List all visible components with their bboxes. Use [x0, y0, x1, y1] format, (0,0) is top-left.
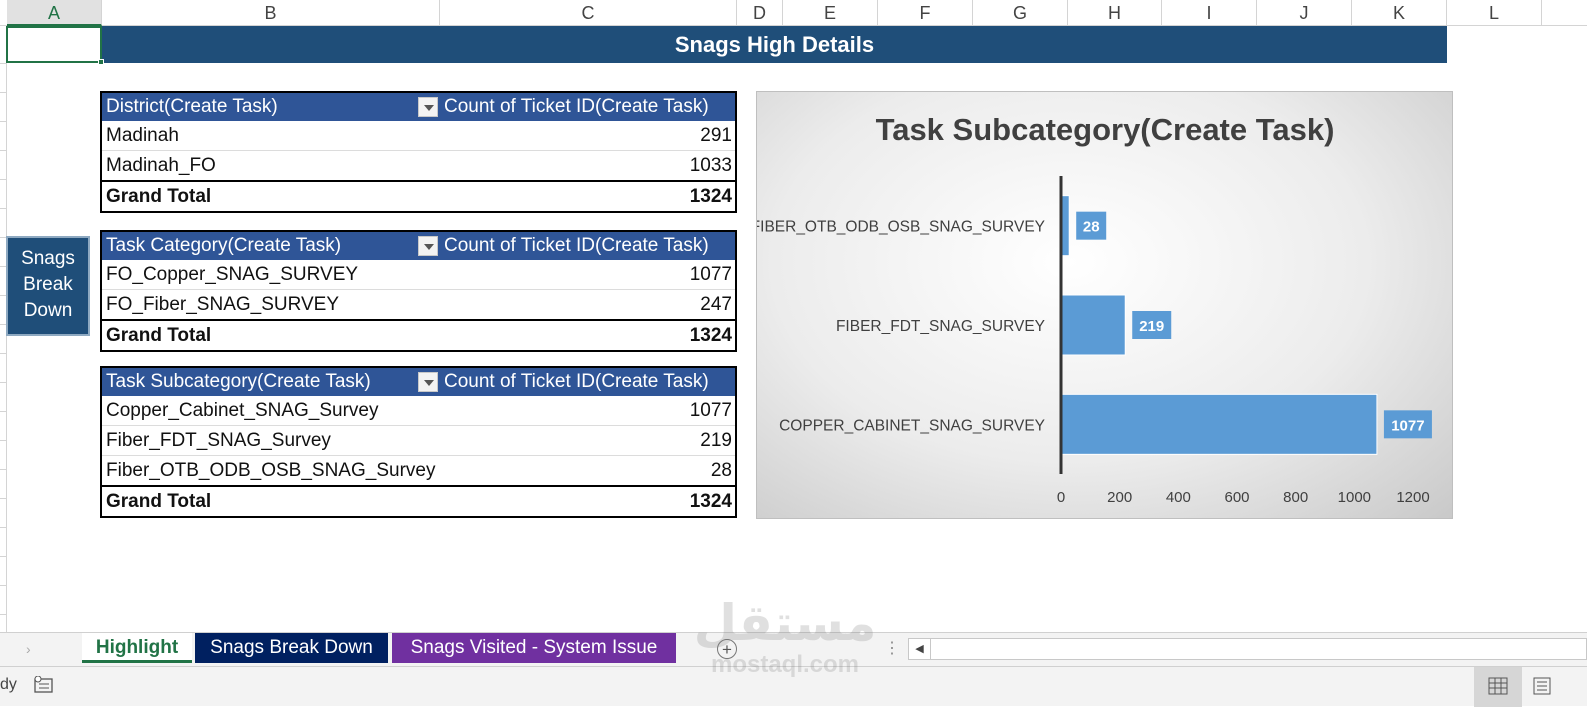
column-header-i[interactable]: I	[1162, 0, 1257, 26]
pivot-row-value: 1077	[689, 400, 732, 421]
pivot-row-label: Madinah_FO	[106, 155, 216, 176]
data-label: 1077	[1391, 417, 1424, 434]
column-header-g[interactable]: G	[973, 0, 1068, 26]
pivot-header-row: Task Category(Create Task) Count of Tick…	[102, 232, 735, 260]
category-label: FIBER_FDT_SNAG_SURVEY	[836, 318, 1045, 335]
tab-split-handle-icon[interactable]: ⋮	[884, 639, 900, 659]
pivot-row-value: 219	[700, 430, 732, 451]
pivot-row-label: FO_Copper_SNAG_SURVEY	[106, 264, 359, 285]
watermark-arabic: مستقل	[693, 594, 877, 652]
pivot-row-field-label: District(Create Task)	[106, 96, 278, 117]
column-header-d[interactable]: D	[737, 0, 783, 26]
pivot-row-field-label: Task Category(Create Task)	[106, 235, 342, 256]
category-label: FIBER_OTB_ODB_OSB_SNAG_SURVEY	[757, 219, 1045, 236]
x-tick-label: 1200	[1396, 489, 1429, 506]
column-header-bar: A B C D E F G H I J K L	[0, 0, 1587, 26]
column-header-f[interactable]: F	[878, 0, 973, 26]
pivot-row-label: Madinah	[106, 125, 179, 146]
pivot-row-label: Fiber_FDT_SNAG_Survey	[106, 430, 331, 451]
chart-svg: Task Subcategory(Create Task) FIBER_OTB_O…	[757, 112, 1432, 506]
x-tick-label: 400	[1166, 489, 1191, 506]
sheet-tab-highlight[interactable]: Highlight	[82, 633, 192, 663]
pivot-grand-total-row[interactable]: Grand Total 1324	[102, 485, 735, 516]
filter-dropdown-icon[interactable]	[418, 97, 438, 117]
data-label: 219	[1139, 318, 1164, 335]
pivot-row-label: FO_Fiber_SNAG_SURVEY	[106, 294, 340, 315]
pivot-value-field-label: Count of Ticket ID(Create Task)	[444, 96, 709, 117]
normal-view-icon	[1488, 677, 1508, 695]
column-header-e[interactable]: E	[783, 0, 878, 26]
column-header-h[interactable]: H	[1068, 0, 1162, 26]
pivot-row-label: Fiber_OTB_ODB_OSB_SNAG_Survey	[106, 460, 436, 481]
pivot-grand-total-row[interactable]: Grand Total 1324	[102, 180, 735, 211]
pivot-row[interactable]: Copper_Cabinet_SNAG_Survey 1077	[102, 396, 735, 425]
pivot-header-row: Task Subcategory(Create Task) Count of T…	[102, 368, 735, 396]
pivot-row[interactable]: Fiber_OTB_ODB_OSB_SNAG_Survey 28	[102, 455, 735, 485]
button-label-line: Snags	[21, 248, 75, 269]
pivot-row[interactable]: Madinah 291	[102, 121, 735, 150]
column-header-b[interactable]: B	[102, 0, 440, 26]
tab-scroll-right-icon[interactable]: ›	[26, 641, 31, 657]
sheet-tab-snags-visited[interactable]: Snags Visited - System Issue	[392, 633, 676, 663]
filter-dropdown-icon[interactable]	[418, 236, 438, 256]
pivot-row-value: 1077	[689, 264, 732, 285]
pivot-grand-total-row[interactable]: Grand Total 1324	[102, 319, 735, 350]
grand-total-value: 1324	[689, 325, 732, 346]
x-tick-label: 200	[1107, 489, 1132, 506]
pivot-table-district: District(Create Task) Count of Ticket ID…	[100, 91, 737, 213]
pivot-table-task-category: Task Category(Create Task) Count of Tick…	[100, 230, 737, 352]
pivot-row[interactable]: Fiber_FDT_SNAG_Survey 219	[102, 425, 735, 455]
chart-bar	[1060, 294, 1126, 356]
column-header-l[interactable]: L	[1447, 0, 1542, 26]
watermark-logo: مستقل mostaql.com	[690, 594, 880, 684]
fill-handle[interactable]	[98, 59, 104, 65]
chart-title: Task Subcategory(Create Task)	[876, 112, 1335, 147]
scroll-left-icon[interactable]: ◀	[909, 639, 931, 659]
grand-total-label: Grand Total	[106, 325, 212, 346]
watermark-latin: mostaql.com	[710, 651, 860, 678]
x-tick-label: 600	[1224, 489, 1249, 506]
pivot-row[interactable]: FO_Copper_SNAG_SURVEY 1077	[102, 260, 735, 289]
sheet-title-banner: Snags High Details	[102, 26, 1447, 63]
pivot-row-field-label: Task Subcategory(Create Task)	[106, 371, 371, 392]
button-label-line: Break	[23, 274, 73, 295]
task-subcategory-chart[interactable]: Task Subcategory(Create Task) FIBER_OTB_O…	[756, 91, 1453, 519]
pivot-row-value: 291	[700, 125, 732, 146]
button-label-line: Down	[23, 300, 73, 321]
chart-bar	[1060, 393, 1378, 455]
pivot-value-field-label: Count of Ticket ID(Create Task)	[444, 235, 709, 256]
selected-cell-a1[interactable]	[6, 26, 102, 63]
sheet-tab-snags-break-down[interactable]: Snags Break Down	[195, 633, 388, 663]
grand-total-value: 1324	[689, 491, 732, 512]
pivot-table-task-subcategory: Task Subcategory(Create Task) Count of T…	[100, 366, 737, 518]
column-header-a[interactable]: A	[7, 0, 102, 26]
data-label: 28	[1083, 219, 1100, 236]
pivot-row-value: 1033	[689, 155, 732, 176]
x-tick-label: 800	[1283, 489, 1308, 506]
x-tick-label: 0	[1057, 489, 1065, 506]
pivot-header-row: District(Create Task) Count of Ticket ID…	[102, 93, 735, 121]
category-label: COPPER_CABINET_SNAG_SURVEY	[779, 417, 1045, 434]
macro-record-icon[interactable]	[34, 676, 54, 694]
pivot-row-label: Copper_Cabinet_SNAG_Survey	[106, 400, 379, 421]
grand-total-value: 1324	[689, 186, 732, 207]
grand-total-label: Grand Total	[106, 491, 212, 512]
filter-dropdown-icon[interactable]	[418, 372, 438, 392]
pivot-row-value: 28	[710, 460, 732, 481]
column-header-k[interactable]: K	[1352, 0, 1447, 26]
column-header-c[interactable]: C	[440, 0, 737, 26]
pivot-row-value: 247	[700, 294, 732, 315]
pivot-row[interactable]: Madinah_FO 1033	[102, 150, 735, 180]
page-layout-view-icon[interactable]	[1532, 677, 1552, 695]
status-text: dy	[0, 676, 17, 693]
x-tick-label: 1000	[1338, 489, 1371, 506]
pivot-value-field-label: Count of Ticket ID(Create Task)	[444, 371, 709, 392]
snags-break-down-button[interactable]: Snags Break Down	[6, 236, 90, 336]
horizontal-scrollbar[interactable]: ◀	[908, 638, 1587, 660]
grand-total-label: Grand Total	[106, 186, 212, 207]
normal-view-button[interactable]	[1474, 667, 1522, 707]
pivot-row[interactable]: FO_Fiber_SNAG_SURVEY 247	[102, 289, 735, 319]
column-header-j[interactable]: J	[1257, 0, 1352, 26]
